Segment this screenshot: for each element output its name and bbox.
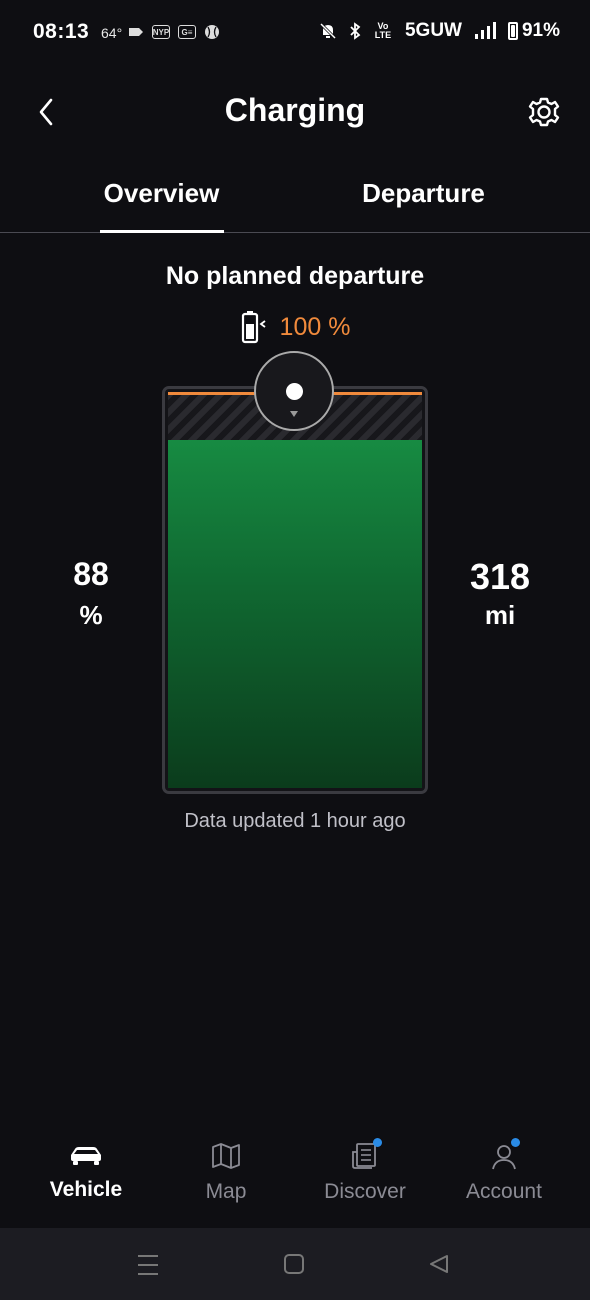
bluetooth-icon — [350, 22, 361, 40]
status-right-icons: Vo LTE 5GUW 91% — [319, 20, 560, 42]
ge-app-icon: G≡ — [178, 25, 196, 39]
range-unit: mi — [484, 600, 516, 630]
tab-active-indicator — [100, 230, 224, 233]
map-icon — [212, 1143, 240, 1169]
nav-label-discover: Discover — [324, 1180, 406, 1203]
battery-percent: 91% — [521, 20, 560, 41]
state-of-charge-value: 88 — [73, 556, 109, 592]
departure-status: No planned departure — [165, 262, 425, 290]
nav-map[interactable]: Map — [156, 1142, 296, 1204]
recents-icon[interactable] — [136, 1254, 160, 1276]
network-type: 5GUW — [404, 20, 462, 41]
nav-label-vehicle: Vehicle — [49, 1178, 123, 1201]
range-value: 318 — [469, 556, 531, 597]
baseball-icon — [205, 25, 219, 39]
battery-target-icon — [241, 311, 266, 344]
message-icon — [129, 28, 143, 36]
signal-icon — [474, 22, 496, 39]
slider-down-arrow-icon — [290, 411, 298, 417]
gear-icon[interactable] — [524, 92, 564, 132]
home-icon[interactable] — [283, 1253, 305, 1275]
tab-divider — [0, 232, 590, 233]
nav-label-account: Account — [466, 1180, 542, 1203]
battery-icon — [507, 22, 518, 40]
nav-label-map: Map — [205, 1180, 247, 1203]
tab-overview[interactable]: Overview — [14, 178, 309, 209]
nyp-app-icon: NYP — [152, 25, 170, 39]
state-of-charge-unit: % — [79, 600, 103, 630]
car-icon — [71, 1147, 101, 1165]
battery-level-fill — [168, 440, 422, 788]
discover-notification-badge — [373, 1138, 382, 1147]
system-back-icon[interactable] — [428, 1253, 450, 1275]
status-temperature: 64° — [101, 25, 123, 41]
tab-departure[interactable]: Departure — [276, 178, 571, 209]
slider-handle-dot — [286, 383, 303, 400]
system-navigation-bar — [0, 1228, 590, 1300]
data-updated-text: Data updated 1 hour ago — [184, 810, 406, 832]
volte-icon: Vo LTE — [374, 21, 392, 40]
charge-target-value: 100 % — [279, 312, 351, 341]
charge-target-row: 100 % — [0, 310, 590, 344]
page-title: Charging — [224, 92, 366, 128]
nav-account[interactable]: Account — [434, 1138, 574, 1204]
status-time: 08:13 — [33, 20, 90, 43]
nav-vehicle[interactable]: Vehicle — [16, 1142, 156, 1202]
account-notification-badge — [511, 1138, 520, 1147]
nav-discover[interactable]: Discover — [295, 1138, 435, 1204]
status-notification-icons: NYP G≡ — [128, 24, 220, 40]
status-bar: 08:13 64° NYP G≡ Vo LTE 5GUW 91% — [0, 0, 590, 66]
mute-bell-icon — [319, 22, 337, 40]
